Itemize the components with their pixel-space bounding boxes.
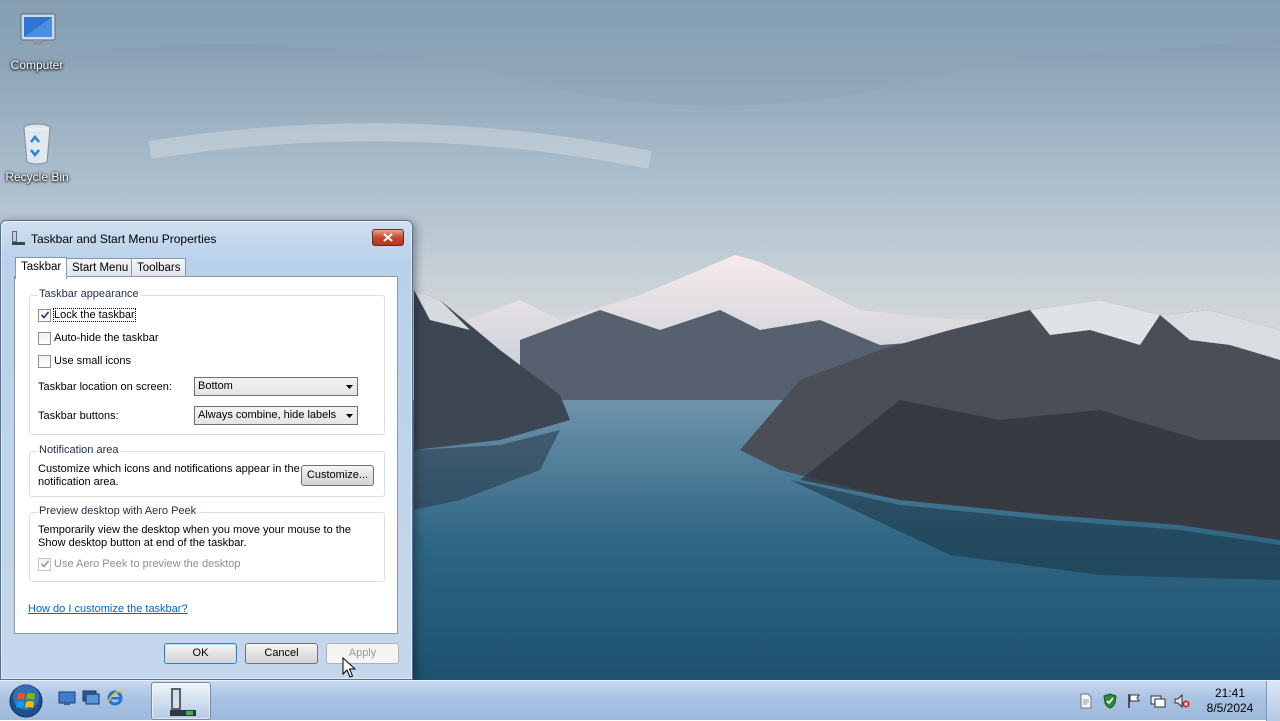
tab-taskbar[interactable]: Taskbar	[15, 257, 68, 279]
taskbar-properties-icon	[170, 688, 196, 716]
taskbar-properties-icon	[12, 231, 25, 245]
dialog-title: Taskbar and Start Menu Properties	[31, 232, 217, 246]
group-notification-area: Notification area Customize which icons …	[29, 444, 385, 497]
checkbox-box[interactable]	[38, 557, 51, 571]
checkbox-box[interactable]	[38, 308, 51, 322]
small-icons-checkbox[interactable]: Use small icons	[38, 353, 131, 369]
group-title: Notification area	[38, 444, 120, 456]
checkbox-label: Lock the taskbar	[53, 308, 136, 322]
taskbar-item-properties[interactable]	[151, 682, 211, 720]
taskbar-clock[interactable]: 21:41 8/5/2024	[1200, 686, 1260, 716]
aero-peek-checkbox[interactable]: Use Aero Peek to preview the desktop	[38, 556, 241, 572]
desktop-icon-label: Recycle Bin	[5, 170, 69, 184]
taskbar-location-select[interactable]: Bottom	[194, 377, 358, 396]
checkbox-label: Auto-hide the taskbar	[54, 332, 159, 344]
group-taskbar-appearance: Taskbar appearance Lock the taskbar Auto…	[29, 288, 385, 435]
select-value: Always combine, hide labels	[198, 409, 337, 421]
desktop-icon-label: Computer	[10, 58, 64, 72]
taskbar: 21:41 8/5/2024	[0, 680, 1280, 721]
lock-taskbar-checkbox[interactable]: Lock the taskbar	[38, 307, 136, 323]
help-link[interactable]: How do I customize the taskbar?	[28, 603, 188, 615]
notification-description-line2: notification area.	[38, 476, 119, 488]
tab-start-menu[interactable]: Start Menu	[66, 258, 135, 278]
group-title: Preview desktop with Aero Peek	[38, 505, 198, 517]
close-button[interactable]	[372, 229, 404, 246]
mouse-cursor-icon	[342, 657, 356, 678]
apply-button[interactable]: Apply	[326, 643, 399, 664]
switch-windows-icon[interactable]	[82, 689, 100, 707]
checkbox-label: Use small icons	[54, 355, 132, 367]
group-title: Taskbar appearance	[38, 288, 140, 300]
checkmark-icon	[40, 560, 49, 568]
chevron-down-icon	[346, 385, 353, 389]
select-value: Bottom	[198, 380, 233, 392]
clock-time: 21:41	[1214, 686, 1246, 700]
taskbar-buttons-label: Taskbar buttons:	[38, 410, 119, 422]
notification-description-line1: Customize which icons and notifications …	[38, 463, 300, 475]
taskbar-buttons-select[interactable]: Always combine, hide labels	[194, 406, 358, 425]
security-shield-icon[interactable]	[1102, 693, 1118, 709]
tab-panel-taskbar: Taskbar appearance Lock the taskbar Auto…	[14, 276, 398, 634]
clock-date: 8/5/2024	[1206, 701, 1254, 715]
chevron-down-icon	[346, 414, 353, 418]
taskbar-location-label: Taskbar location on screen:	[38, 381, 172, 393]
ok-button[interactable]: OK	[164, 643, 237, 664]
checkmark-icon	[40, 311, 49, 319]
volume-muted-icon[interactable]	[1174, 693, 1190, 709]
dialog-titlebar[interactable]: Taskbar and Start Menu Properties	[1, 221, 412, 255]
close-icon	[383, 233, 393, 242]
show-desktop-icon[interactable]	[58, 689, 76, 707]
show-desktop-button[interactable]	[1266, 681, 1280, 721]
start-orb-icon[interactable]	[6, 683, 46, 719]
network-icon[interactable]	[1150, 693, 1166, 709]
checkbox-box[interactable]	[38, 354, 51, 368]
action-center-flag-icon[interactable]	[1126, 693, 1142, 709]
checkbox-label: Use Aero Peek to preview the desktop	[54, 558, 241, 570]
peek-description-line2: Show desktop button at end of the taskba…	[38, 537, 247, 549]
desktop-icon-recycle-bin[interactable]: Recycle Bin	[0, 120, 74, 184]
document-icon[interactable]	[1078, 693, 1094, 709]
checkbox-box[interactable]	[38, 331, 51, 345]
customize-button[interactable]: Customize...	[301, 465, 374, 486]
desktop-icon-computer[interactable]: Computer	[0, 8, 74, 72]
auto-hide-checkbox[interactable]: Auto-hide the taskbar	[38, 330, 159, 346]
tab-toolbars[interactable]: Toolbars	[131, 258, 187, 278]
peek-description-line1: Temporarily view the desktop when you mo…	[38, 524, 352, 536]
computer-icon	[20, 13, 56, 48]
group-aero-peek: Preview desktop with Aero Peek Temporari…	[29, 505, 385, 582]
cancel-button[interactable]: Cancel	[245, 643, 318, 664]
recycle-bin-icon	[23, 123, 51, 165]
internet-explorer-icon[interactable]	[106, 689, 124, 707]
